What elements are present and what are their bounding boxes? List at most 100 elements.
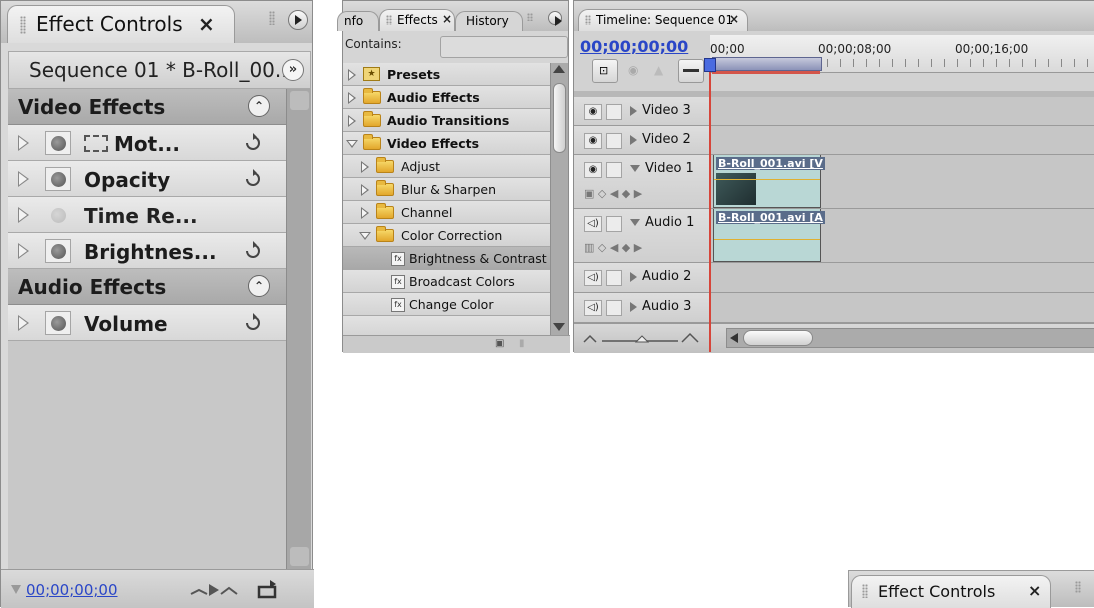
disclosure-triangle-icon[interactable] — [348, 69, 356, 81]
panel-grip-icon[interactable] — [269, 11, 275, 25]
disclosure-triangle-icon[interactable] — [348, 92, 356, 104]
panel-grip-icon[interactable] — [20, 16, 26, 34]
marker-icon[interactable]: ◉ — [628, 63, 638, 77]
track-video-3[interactable]: ◉ Video 3 — [574, 97, 1094, 126]
close-icon[interactable]: × — [198, 12, 215, 36]
reset-icon[interactable] — [242, 239, 264, 261]
tree-item-color-correction[interactable]: Color Correction — [343, 224, 550, 247]
panel-grip-icon[interactable] — [862, 584, 868, 598]
panel-grip-icon[interactable] — [585, 15, 591, 25]
reset-icon[interactable] — [242, 131, 264, 153]
lock-toggle[interactable] — [606, 216, 622, 232]
disclosure-triangle-icon[interactable] — [630, 219, 640, 226]
tree-item-change-color[interactable]: fx Change Color — [343, 293, 550, 316]
new-bin-icon[interactable]: ▣ — [495, 338, 504, 349]
tab-info[interactable]: nfo — [337, 11, 379, 31]
timeline-timecode[interactable]: 00;00;00;00 — [580, 37, 688, 56]
panel-menu-icon[interactable] — [548, 11, 562, 26]
eye-icon[interactable]: ◉ — [584, 104, 602, 120]
vertical-scrollbar[interactable] — [286, 89, 311, 569]
effect-row-brightness[interactable]: Brightnes... — [8, 233, 286, 269]
effects-search-input[interactable] — [440, 36, 568, 58]
scroll-thumb[interactable] — [553, 83, 566, 153]
speaker-icon[interactable]: ◁) — [584, 270, 602, 286]
panel-grip-icon[interactable] — [527, 13, 533, 21]
tree-item-adjust[interactable]: Adjust — [343, 155, 550, 178]
tree-item-brightness-contrast[interactable]: fx Brightness & Contrast — [343, 247, 550, 270]
disclosure-triangle-icon[interactable] — [348, 115, 356, 127]
close-icon[interactable]: × — [442, 12, 452, 26]
effect-row-time-remapping[interactable]: Time Re... — [8, 197, 286, 233]
disclosure-triangle-icon[interactable] — [630, 105, 637, 116]
fx-toggle-icon[interactable] — [45, 167, 71, 191]
disclosure-triangle-icon[interactable] — [361, 184, 369, 196]
disclosure-triangle-icon[interactable] — [359, 232, 371, 240]
panel-grip-icon[interactable] — [1075, 581, 1081, 593]
track-audio-2[interactable]: ◁) Audio 2 — [574, 263, 1094, 293]
clip-b-roll-video[interactable]: B-Roll_001.avi [V — [713, 155, 825, 208]
work-area-icon[interactable] — [678, 59, 704, 83]
zoom-out-icon[interactable] — [11, 585, 21, 594]
tree-item-presets[interactable]: ★ Presets — [343, 63, 550, 86]
speaker-icon[interactable]: ◁) — [584, 216, 602, 232]
volume-line[interactable] — [714, 239, 820, 240]
lock-toggle[interactable] — [606, 162, 622, 178]
close-icon[interactable]: × — [729, 12, 739, 26]
tab-timeline-sequence[interactable]: Timeline: Sequence 01 × — [578, 9, 748, 31]
tab-history[interactable]: History — [455, 11, 523, 31]
horizontal-scrollbar[interactable] — [726, 328, 1094, 348]
keyframe-controls[interactable]: ▣ ◇ ◀ ◆ ▶ — [584, 187, 642, 200]
effect-row-volume[interactable]: Volume — [8, 305, 286, 341]
playhead-handle[interactable] — [704, 58, 716, 72]
vertical-scrollbar[interactable] — [550, 63, 568, 335]
loop-audio-icon[interactable] — [256, 578, 280, 600]
disclosure-triangle-icon[interactable] — [346, 140, 358, 148]
playhead-line[interactable] — [709, 62, 711, 352]
disclosure-triangle-icon[interactable] — [630, 301, 637, 312]
clip-b-roll-audio[interactable]: B-Roll_001.avi [A — [713, 209, 825, 262]
tree-item-audio-effects[interactable]: Audio Effects — [343, 86, 550, 109]
collapse-icon[interactable]: ⌃ — [248, 95, 270, 117]
effect-row-opacity[interactable]: Opacity — [8, 161, 286, 197]
track-audio-3[interactable]: ◁) Audio 3 — [574, 293, 1094, 323]
tree-item-audio-transitions[interactable]: Audio Transitions — [343, 109, 550, 132]
track-video-1[interactable]: ◉ Video 1 ▣ ◇ ◀ ◆ ▶ B-Roll_001.avi [V — [574, 155, 1094, 209]
zoom-slider[interactable] — [582, 330, 704, 346]
reset-icon[interactable] — [242, 311, 264, 333]
disclosure-triangle-icon[interactable] — [361, 161, 369, 173]
collapse-icon[interactable]: ⌃ — [248, 275, 270, 297]
reset-icon[interactable] — [242, 167, 264, 189]
set-marker-icon[interactable]: ▲ — [654, 63, 663, 77]
eye-icon[interactable]: ◉ — [584, 133, 602, 149]
close-icon[interactable]: × — [1028, 581, 1041, 600]
lock-toggle[interactable] — [606, 270, 622, 286]
fx-toggle-icon[interactable] — [45, 311, 71, 335]
disclosure-triangle-icon[interactable] — [630, 271, 637, 282]
tab-effects[interactable]: Effects × — [379, 9, 455, 31]
track-audio-1[interactable]: ◁) Audio 1 ▥ ◇ ◀ ◆ ▶ B-Roll_001.avi [A — [574, 209, 1094, 263]
keyframe-controls[interactable]: ▥ ◇ ◀ ◆ ▶ — [584, 241, 642, 254]
lock-toggle[interactable] — [606, 133, 622, 149]
lock-toggle[interactable] — [606, 300, 622, 316]
sequence-clip-selector[interactable]: Sequence 01 * B-Roll_00... » — [8, 51, 311, 89]
effect-row-motion[interactable]: Mot... — [8, 125, 286, 161]
show-timeline-icon[interactable]: » — [282, 59, 304, 81]
eye-icon[interactable]: ◉ — [584, 162, 602, 178]
fx-toggle-icon[interactable] — [45, 239, 71, 263]
tab-effect-controls[interactable]: Effect Controls × — [7, 5, 235, 43]
fx-toggle-icon[interactable] — [45, 131, 71, 155]
track-video-2[interactable]: ◉ Video 2 — [574, 126, 1094, 155]
scroll-up-icon[interactable] — [290, 91, 309, 110]
tree-item-blur-sharpen[interactable]: Blur & Sharpen — [343, 178, 550, 201]
panel-grip-icon[interactable] — [386, 15, 392, 25]
disclosure-triangle-icon[interactable] — [630, 134, 637, 145]
tab-effect-controls-mini[interactable]: Effect Controls × — [851, 575, 1051, 608]
scroll-up-icon[interactable] — [553, 65, 565, 73]
scroll-down-icon[interactable] — [553, 323, 565, 331]
work-area-bar[interactable] — [712, 57, 822, 71]
scroll-thumb[interactable] — [743, 330, 813, 346]
tree-item-broadcast-colors[interactable]: fx Broadcast Colors — [343, 270, 550, 293]
scroll-left-icon[interactable] — [730, 333, 738, 343]
disclosure-triangle-icon[interactable] — [361, 207, 369, 219]
play-audio-icon[interactable] — [189, 580, 241, 600]
